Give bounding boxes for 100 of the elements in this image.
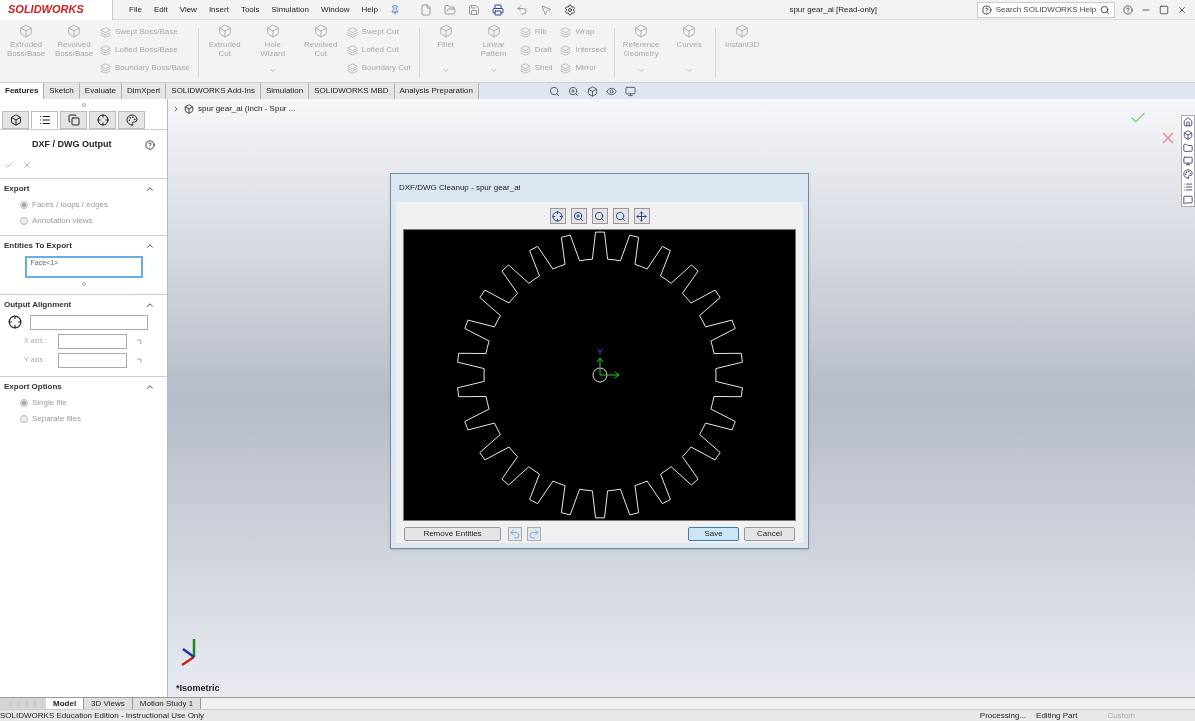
caret-icon [685,67,693,74]
zoom-icon[interactable] [548,86,560,97]
dialog-button[interactable]: Cancel [744,527,795,541]
radio-button[interactable] [20,414,28,423]
tab-icon [38,114,51,126]
feature-icon [100,62,111,74]
view-cube-icon[interactable] [586,86,598,97]
monitor-icon[interactable] [624,86,636,97]
feature-icon [217,24,232,38]
feature-icon [346,44,358,56]
feature-icon [519,44,531,56]
palette-icon[interactable] [1183,169,1193,179]
printer-icon[interactable] [491,3,504,16]
undo-icon[interactable] [515,3,528,16]
zoom-tool-button[interactable] [633,208,650,224]
expand-icon[interactable] [172,105,180,113]
feature-icon [560,26,572,38]
caret-icon [269,67,277,74]
feature-icon [560,62,572,74]
command-tab[interactable]: Analysis Preparation [394,83,479,99]
command-tab[interactable]: Sketch [44,83,80,99]
zoom-tool-button[interactable] [570,208,587,224]
dialog-button[interactable]: Remove Entities [404,527,501,541]
menu-item[interactable]: Insert [208,3,229,16]
dialog-button[interactable]: Save [688,527,739,541]
message-icon[interactable] [1183,195,1193,205]
coordinate-system-field[interactable] [30,314,148,330]
radio-label: Single file [32,396,67,409]
search-icon [1100,4,1110,15]
dialog-title: DXF/DWG Cleanup - spur gear_ai [398,182,522,194]
command-tab[interactable]: SOLIDWORKS Add-Ins [166,83,261,99]
menu-item[interactable]: File [129,3,142,16]
home-icon[interactable] [1183,117,1193,127]
axis-field[interactable] [58,333,127,349]
manager-tab[interactable] [118,111,145,129]
menu-item[interactable]: Simulation [271,3,309,16]
menu-item[interactable]: Help [361,3,378,16]
view-orientation-label: *Isometric [176,681,220,695]
feature-icon [100,26,111,38]
save-icon[interactable] [467,3,480,16]
axis-field[interactable] [58,352,127,368]
radio-button[interactable] [20,200,28,209]
caret-icon [490,67,498,74]
help-icon[interactable] [1123,4,1133,15]
pin-icon[interactable] [389,4,400,15]
zoom-in-icon[interactable] [567,86,579,97]
section-title: Export [4,182,30,195]
radio-label: Annotation views [32,214,93,227]
feature-icon [313,24,328,38]
radio-button[interactable] [20,216,28,225]
pointer-icon[interactable] [539,3,552,16]
section-title: Export Options [4,380,62,393]
origin-axes-drawing [592,348,620,383]
section-title: Output Alignment [4,298,72,311]
feature-icon [19,24,33,38]
help-icon [982,4,992,15]
command-tab[interactable]: SOLIDWORKS MBD [309,83,395,99]
radio-button[interactable] [20,398,28,407]
restore-icon[interactable] [1159,4,1169,15]
panel-title: DXF / DWG Output [32,138,112,151]
app-logo: SOLIDWORKS [0,0,113,20]
manager-tab[interactable] [2,111,29,129]
menu-item[interactable]: View [179,3,197,16]
feature-icon [560,44,572,56]
eye-icon[interactable] [605,86,617,97]
folder-icon[interactable] [1183,143,1193,153]
feature-icon [519,26,531,38]
settings-icon[interactable] [563,3,576,16]
tab-icon [67,114,80,126]
feature-icon [486,24,501,38]
zoom-tool-button[interactable] [612,208,629,224]
feature-icon [346,26,358,38]
menu-item[interactable]: Tools [240,3,260,16]
section-title: Entities To Export [4,239,72,252]
menu-item[interactable]: Window [320,3,350,16]
tab-icon [96,114,109,126]
manager-tab[interactable] [31,111,58,129]
help-icon[interactable] [145,139,155,150]
list-icon[interactable] [1183,182,1193,192]
close-icon[interactable] [1177,4,1187,15]
part-icon[interactable] [1183,130,1193,140]
command-tab[interactable]: DimXpert [121,83,167,99]
search-field[interactable]: Search SOLIDWORKS Help [977,1,1115,18]
tab-icon [9,114,22,126]
command-tab[interactable]: Features [0,83,45,99]
feature-icon [519,62,531,74]
window-title: spur gear_ai [Read-only] [789,3,877,16]
monitor-icon[interactable] [1183,156,1193,166]
command-tab[interactable]: Evaluate [79,83,122,99]
feature-icon [100,44,111,56]
manager-tab[interactable] [89,111,116,129]
tree-item[interactable]: spur gear_ai (Inch - Spur ... [198,103,296,115]
status-item: Editing Part [1036,709,1078,721]
feature-icon [438,24,453,38]
zoom-tool-button[interactable] [591,208,608,224]
menu-item[interactable]: Edit [153,3,168,16]
command-tab[interactable]: Simulation [260,83,310,99]
zoom-tool-button[interactable] [549,208,566,224]
feature-icon [682,24,697,38]
caret-icon [637,67,645,74]
